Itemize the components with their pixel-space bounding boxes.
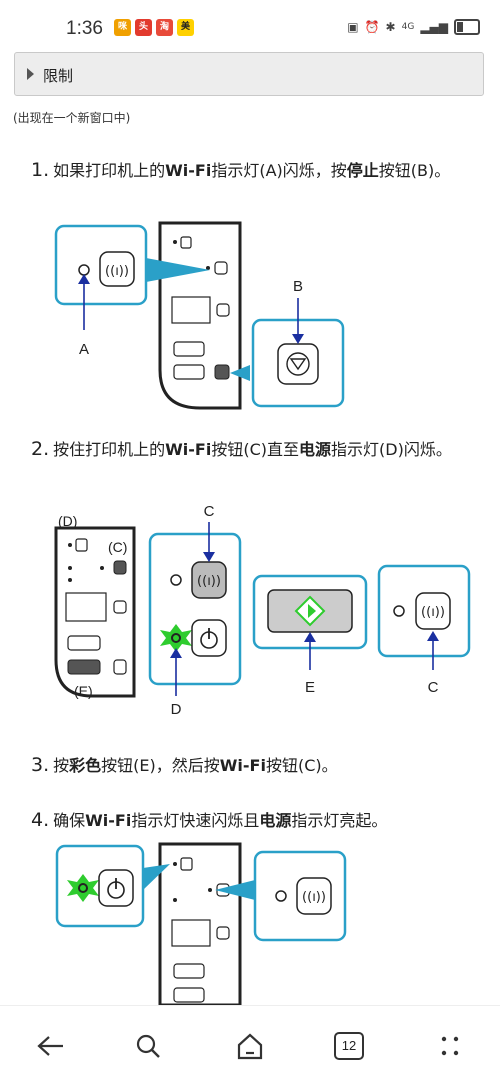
restrict-expander[interactable]: 限制 [14, 52, 484, 96]
svg-text:((ı)): ((ı)) [302, 890, 326, 905]
step-2: 2. 按住打印机上的Wi-Fi按钮(C)直至电源指示灯(D)闪烁。 [31, 438, 452, 460]
home-button[interactable] [230, 1026, 270, 1066]
more-dots-icon [441, 1036, 459, 1056]
alarm-icon: ⏰ [364, 20, 380, 34]
browser-nav-bar: 12 [0, 1005, 500, 1084]
notification-icons: 咪咕 头条 淘 美 [114, 19, 194, 49]
label-c-2: C [428, 679, 439, 696]
back-arrow-icon [37, 1036, 63, 1056]
label-b: B [293, 278, 303, 295]
network-label: 4G [401, 22, 415, 32]
news-app-icon: 头条 [135, 19, 152, 49]
home-icon [237, 1033, 263, 1060]
tab-count: 12 [334, 1032, 364, 1060]
restrict-label: 限制 [43, 67, 74, 85]
figure-step-4: ((ı)) [55, 842, 347, 1005]
status-time: 1:36 [66, 18, 103, 39]
label-e: E [305, 679, 315, 696]
label-d: D [171, 701, 182, 718]
label-d-top: (D) [58, 513, 77, 529]
label-c-top: (C) [108, 539, 127, 555]
step-1: 1. 如果打印机上的Wi-Fi指示灯(A)闪烁，按停止按钮(B)。 [31, 159, 451, 181]
figure-step-2: (D) (C) (E) ((ı)) C D E ((ı)) C [54, 503, 471, 718]
step-4: 4. 确保Wi-Fi指示灯快速闪烁且电源指示灯亮起。 [31, 809, 388, 831]
status-bar: 1:36 咪咕 头条 淘 美 ▣ ⏰ ✱ 4G ▂▄▆ [0, 0, 500, 50]
meituan-app-icon: 美 [177, 19, 194, 36]
figure-step-1: ((ı)) A B [54, 221, 345, 410]
tabs-button[interactable]: 12 [329, 1026, 369, 1066]
expand-triangle-icon [27, 68, 34, 80]
new-window-note: (出现在一个新窗口中) [13, 111, 131, 125]
bluetooth-icon: ✱ [385, 20, 396, 34]
step-3: 3. 按彩色按钮(E)，然后按Wi-Fi按钮(C)。 [31, 754, 338, 776]
svg-text:((ı)): ((ı)) [197, 574, 221, 589]
nfc-icon: ▣ [347, 20, 359, 34]
back-button[interactable] [30, 1026, 70, 1066]
search-button[interactable] [128, 1026, 168, 1066]
tv-app-icon: 咪咕 [114, 19, 131, 49]
menu-button[interactable] [430, 1026, 470, 1066]
search-icon [136, 1034, 160, 1058]
label-e-bottom: (E) [74, 683, 93, 699]
svg-text:((ı)): ((ı)) [421, 605, 445, 620]
system-icons: ▣ ⏰ ✱ 4G ▂▄▆ [347, 19, 480, 35]
shop-app-icon: 淘 [156, 19, 173, 36]
signal-icon: ▂▄▆ [420, 20, 448, 34]
label-c: C [204, 503, 215, 520]
svg-text:((ı)): ((ı)) [105, 264, 129, 279]
label-a: A [79, 341, 89, 358]
battery-icon [454, 19, 480, 35]
